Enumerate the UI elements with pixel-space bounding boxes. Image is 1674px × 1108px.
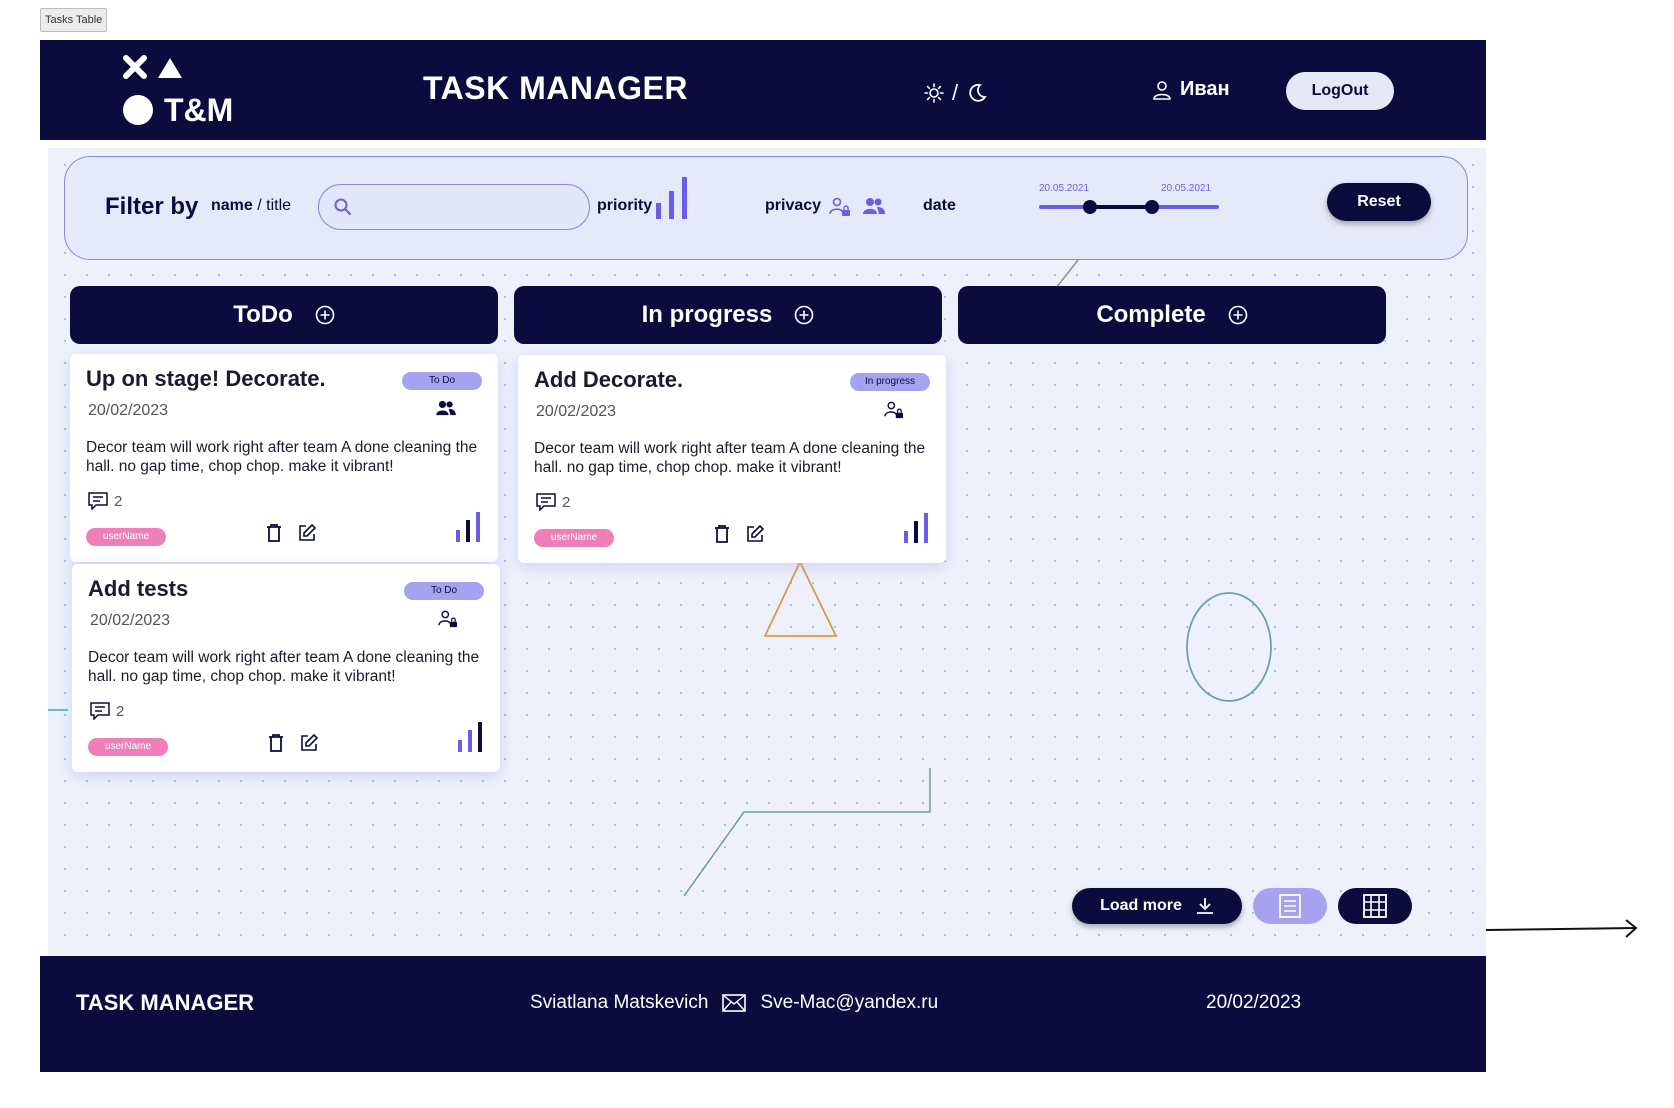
column-in-progress-header: In progress [514,286,942,344]
comments[interactable]: 2 [536,493,570,511]
footer-date: 20/02/2023 [1206,992,1302,1013]
user-icon [1153,80,1171,100]
slider-end-handle[interactable] [1145,200,1159,214]
slider-start-handle[interactable] [1083,200,1097,214]
comments[interactable]: 2 [90,702,124,720]
name-title-label: name / title [211,197,291,215]
app-title: TASK MANAGER [423,70,688,106]
footer: TASK MANAGER Sviatlana Matskevich Sve-Ma… [40,956,1486,1072]
frame-label: Tasks Table [40,8,108,32]
priority-high-icon [458,722,482,752]
delete-icon[interactable] [714,525,730,543]
theme-separator: / [952,80,959,105]
theme-switcher: / [924,80,988,106]
column-title: Complete [1096,301,1206,328]
column-todo-header: ToDo [70,286,498,344]
search-icon [334,198,351,215]
priority-high-icon [904,513,928,543]
search-input[interactable] [363,193,573,221]
column-complete-header: Complete [958,286,1386,344]
task-description: Decor team will work right after team A … [88,649,480,685]
author-name: Sviatlana Matskevich [530,992,709,1013]
group-filter-icon[interactable] [863,197,885,215]
task-card[interactable]: Add Decorate. In progress 20/02/2023 Dec… [518,355,946,563]
priority-label: priority [597,197,653,214]
date-label: date [923,197,956,214]
delete-icon[interactable] [268,734,284,752]
search-field[interactable] [318,184,590,230]
load-more-label: Load more [1100,897,1182,914]
column-title: ToDo [233,301,293,328]
column-title: In progress [641,301,773,328]
list-view-button[interactable] [1253,888,1327,924]
grid-view-icon [1363,894,1387,918]
task-title: Up on stage! Decorate. [86,366,326,391]
download-icon [1196,898,1213,914]
logo-text: T&M [164,92,234,128]
task-card[interactable]: Up on stage! Decorate. To Do 20/02/2023 … [70,354,498,562]
comments[interactable]: 2 [88,492,122,510]
comment-icon [90,702,110,720]
priority-filter-icon[interactable] [655,177,691,219]
mail-icon [722,994,747,1012]
filter-title: Filter by [105,193,199,220]
comment-count: 2 [116,702,125,720]
group-icon [436,400,456,416]
app-window: T&M TASK MANAGER / Иван LogOut Filter by… [40,40,1486,1072]
add-task-icon[interactable] [315,305,335,325]
task-date: 20/02/2023 [536,403,617,420]
private-user-icon [884,401,903,419]
task-description: Decor team will work right after team A … [534,440,926,476]
status-badge: To Do [404,582,484,600]
owner-badge: userName [88,738,168,756]
task-date: 20/02/2023 [88,402,169,419]
private-filter-icon[interactable] [829,197,851,217]
status-badge: To Do [402,372,482,390]
user-profile[interactable]: Иван [1152,78,1230,101]
footer-title: TASK MANAGER [76,990,255,1015]
task-board: Filter by name / title priority privacy [48,148,1486,956]
filter-panel: Filter by name / title priority privacy [64,156,1468,260]
task-card[interactable]: Add tests To Do 20/02/2023 Decor team wi… [72,564,500,772]
priority-high-icon [456,512,480,542]
list-view-icon [1279,894,1301,918]
task-date: 20/02/2023 [90,612,171,629]
date-range-slider[interactable]: 20.05.2021 20.05.2021 [1039,183,1219,223]
user-name: Иван [1180,78,1230,100]
status-badge: In progress [850,373,930,391]
reset-button[interactable]: Reset [1327,183,1431,221]
date-to-label: 20.05.2021 [1161,183,1212,194]
comment-count: 2 [562,493,571,511]
header: T&M TASK MANAGER / Иван LogOut [40,40,1486,140]
load-more-button[interactable]: Load more [1072,888,1242,924]
name-label: name [211,197,253,214]
comment-icon [536,493,556,511]
author-email[interactable]: Sve-Mac@yandex.ru [760,992,938,1014]
task-title: Add tests [88,576,189,601]
privacy-label: privacy [765,197,822,214]
edit-icon[interactable] [300,734,318,752]
edit-icon[interactable] [746,525,764,543]
sun-icon[interactable] [924,83,944,103]
grid-view-button[interactable] [1338,888,1412,924]
date-from-label: 20.05.2021 [1039,183,1090,194]
comment-count: 2 [114,492,123,510]
delete-icon[interactable] [266,524,282,542]
owner-badge: userName [534,529,614,547]
moon-icon[interactable] [966,82,988,104]
footer-contact: Sviatlana Matskevich Sve-Mac@yandex.ru [530,992,938,1014]
add-task-icon[interactable] [794,305,814,325]
comment-icon [88,492,108,510]
private-user-icon [438,610,457,628]
add-task-icon[interactable] [1228,305,1248,325]
logout-button[interactable]: LogOut [1286,72,1394,110]
owner-badge: userName [86,528,166,546]
task-title: Add Decorate. [534,367,684,392]
title-label: / title [257,197,292,214]
task-description: Decor team will work right after team A … [86,439,478,475]
edit-icon[interactable] [298,524,316,542]
